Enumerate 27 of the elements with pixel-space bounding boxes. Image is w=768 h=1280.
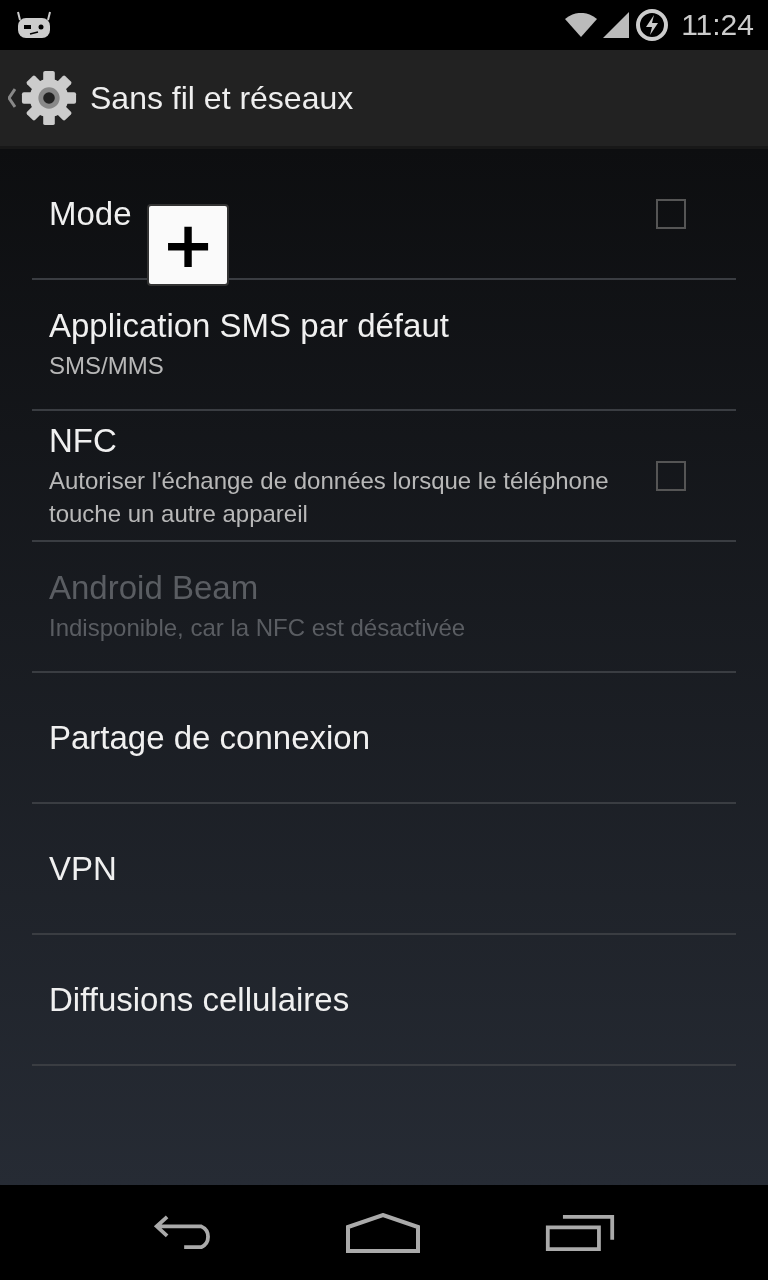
item-title: Mode bbox=[49, 194, 132, 233]
screen-title: Sans fil et réseaux bbox=[90, 79, 354, 117]
item-title: Partage de connexion bbox=[49, 718, 371, 757]
recents-icon[interactable] bbox=[545, 1214, 616, 1251]
checkbox[interactable] bbox=[656, 198, 686, 229]
settings-item[interactable]: Partage de connexion bbox=[32, 673, 736, 804]
item-title: NFC bbox=[49, 421, 118, 460]
item-summary: Indisponible, car la NFC est désactivée bbox=[49, 613, 466, 643]
item-title: Diffusions cellulaires bbox=[49, 980, 350, 1019]
add-button[interactable]: + bbox=[147, 204, 229, 286]
settings-item[interactable]: NFC Autoriser l'échange de données lorsque le téléphone touche un autre appareil bbox=[32, 411, 736, 542]
item-title: VPN bbox=[49, 849, 117, 888]
item-title: Application SMS par défaut bbox=[49, 307, 449, 345]
back-caret-icon[interactable] bbox=[8, 88, 16, 108]
settings-item[interactable]: VPN bbox=[32, 804, 736, 935]
item-summary: SMS/MMS bbox=[49, 351, 165, 381]
wifi-icon bbox=[565, 13, 598, 37]
settings-item[interactable]: Diffusions cellulaires bbox=[32, 935, 736, 1066]
signal-icon bbox=[603, 12, 630, 38]
checkbox[interactable] bbox=[656, 460, 686, 491]
item-title: Android Beam bbox=[49, 569, 260, 607]
mascot-icon bbox=[16, 10, 52, 40]
clock: 11:24 bbox=[681, 8, 754, 42]
battery-charging-icon bbox=[635, 8, 670, 42]
settings-icon[interactable] bbox=[20, 69, 78, 127]
home-icon[interactable] bbox=[346, 1212, 420, 1253]
item-summary: Autoriser l'échange de données lorsque le téléphone touche un autre appareil bbox=[49, 465, 609, 529]
